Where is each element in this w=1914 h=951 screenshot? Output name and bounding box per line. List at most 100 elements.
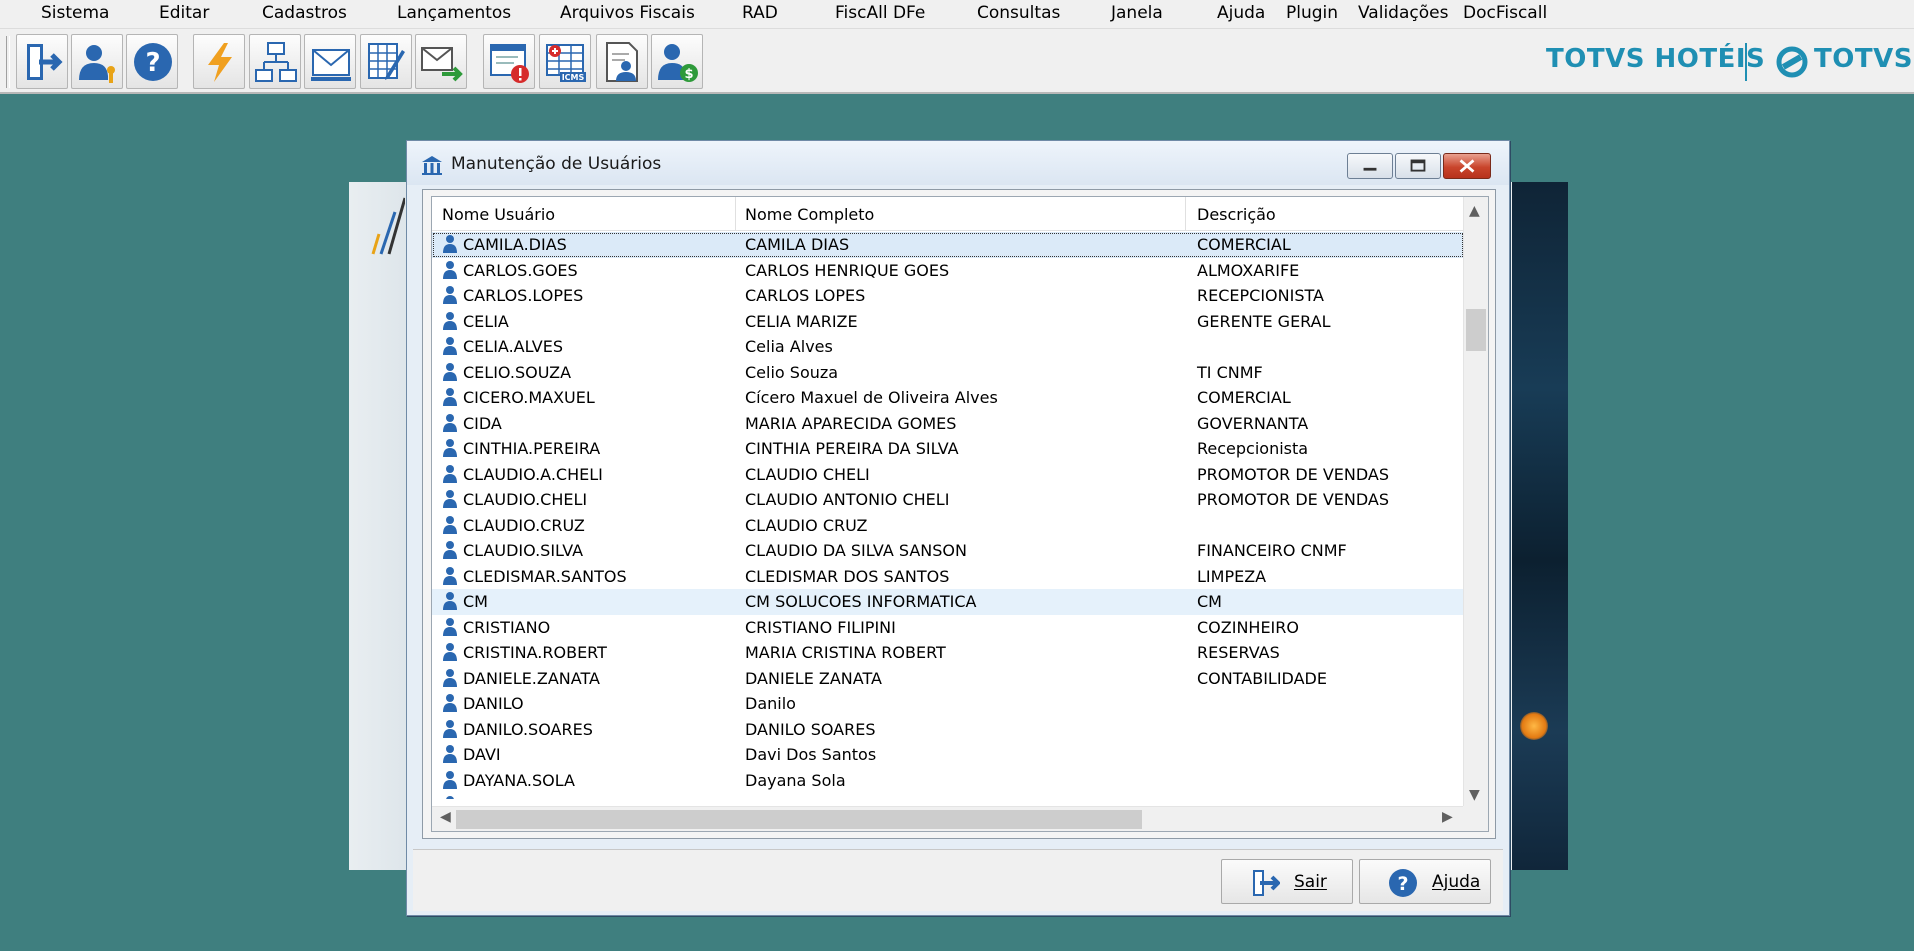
horizontal-scrollbar[interactable]: ◀ ▶ xyxy=(432,806,1464,831)
table-row[interactable]: CARLOS.LOPES CARLOS LOPES RECEPCIONISTA xyxy=(432,283,1464,309)
menu-editar[interactable]: Editar xyxy=(159,3,209,23)
hierarchy-icon xyxy=(255,42,297,82)
cell-username: DAVI xyxy=(463,745,501,764)
menu-ajuda[interactable]: Ajuda xyxy=(1217,3,1265,23)
toolbar-help-button[interactable]: ? xyxy=(126,34,178,89)
table-row[interactable]: DANILO.SOARES DANILO SOARES xyxy=(432,717,1464,743)
column-divider[interactable] xyxy=(1185,197,1186,231)
toolbar-document-user-button[interactable] xyxy=(596,34,648,89)
menu-janela[interactable]: Janela xyxy=(1111,3,1163,23)
table-row[interactable]: CELIA.ALVES Celia Alves xyxy=(432,334,1464,360)
brand-totvs-hoteis: TOTVS HOTÉIS xyxy=(1546,44,1766,74)
horizontal-scroll-thumb[interactable] xyxy=(456,810,1142,829)
dialog-titlebar[interactable]: Manutenção de Usuários xyxy=(407,141,1509,185)
vertical-scrollbar[interactable]: ▲ ▼ xyxy=(1463,197,1488,807)
cell-username: CLAUDIO.SILVA xyxy=(463,541,584,560)
toolbar-alert-window-button[interactable] xyxy=(483,34,535,89)
cell-username: CELIA xyxy=(463,311,509,331)
toolbar-grid-edit-button[interactable] xyxy=(360,34,412,89)
toolbar-user-money-button[interactable]: $ xyxy=(651,34,703,89)
table-row[interactable]: DANIELE.ZANATA DANIELE ZANATA CONTABILIDAD… xyxy=(432,666,1464,692)
table-row[interactable]: CAMILA.DIAS CAMILA DIAS COMERCIAL xyxy=(432,232,1464,258)
toolbar-user-key-button[interactable] xyxy=(71,34,123,89)
toolbar-envelope-button[interactable] xyxy=(304,34,356,89)
building-icon xyxy=(422,156,442,175)
menu-docfiscall[interactable]: DocFiscall xyxy=(1463,3,1547,23)
menu-sistema[interactable]: Sistema xyxy=(41,3,109,23)
table-row[interactable]: DAVI Davi Dos Santos xyxy=(432,742,1464,768)
user-icon xyxy=(443,311,457,330)
grid-header: Nome Usuário Nome Completo Descrição xyxy=(432,197,1464,231)
scroll-right-arrow-icon[interactable]: ▶ xyxy=(1442,809,1453,825)
cell-description: ALMOXARIFE xyxy=(1197,260,1300,280)
table-row[interactable]: CELIO.SOUZA Celio Souza TI CNMF xyxy=(432,360,1464,386)
toolbar-lightning-button[interactable] xyxy=(193,34,245,89)
table-row[interactable]: DANILO Danilo xyxy=(432,691,1464,717)
cell-username: CINTHIA.PEREIRA xyxy=(463,439,601,458)
vertical-scroll-thumb[interactable] xyxy=(1466,309,1486,351)
table-row[interactable]: CM CM SOLUCOES INFORMATICA CM xyxy=(432,589,1464,615)
cell-fullname: MARIA APARECIDA GOMES xyxy=(745,413,957,433)
minimize-button[interactable] xyxy=(1347,153,1393,179)
user-icon xyxy=(443,719,457,738)
table-row[interactable]: CLAUDIO.SILVA CLAUDIO DA SILVA SANSON FINA… xyxy=(432,538,1464,564)
scroll-down-arrow-icon[interactable]: ▼ xyxy=(1469,787,1480,803)
menu-arquivos-fiscais[interactable]: Arquivos Fiscais xyxy=(560,3,695,23)
column-header-username[interactable]: Nome Usuário xyxy=(442,205,555,224)
toolbar-grip[interactable] xyxy=(6,36,10,88)
toolbar-hierarchy-button[interactable] xyxy=(249,34,301,89)
close-button[interactable] xyxy=(1443,153,1491,179)
cell-description: GOVERNANTA xyxy=(1197,413,1309,433)
table-row[interactable]: CLAUDIO.CRUZ CLAUDIO CRUZ xyxy=(432,513,1464,539)
menu-bar: Sistema Editar Cadastros Lançamentos Arq… xyxy=(0,0,1914,29)
menu-plugin[interactable]: Plugin xyxy=(1286,3,1338,23)
minimize-icon xyxy=(1363,167,1377,171)
column-divider[interactable] xyxy=(735,197,736,231)
cell-description: LIMPEZA xyxy=(1197,566,1267,586)
cell-fullname: CLEDISMAR DOS SANTOS xyxy=(745,566,950,586)
cell-username: CLEDISMAR.SANTOS xyxy=(463,566,627,586)
brand-totvs: TOTVS xyxy=(1814,44,1913,74)
table-row[interactable]: CIDA MARIA APARECIDA GOMES GOVERNANTA xyxy=(432,411,1464,437)
cell-fullname: Celia Alves xyxy=(745,337,833,356)
toolbar-send-mail-button[interactable] xyxy=(415,34,467,89)
toolbar-exit-button[interactable] xyxy=(16,34,68,89)
column-header-description[interactable]: Descrição xyxy=(1197,205,1276,224)
cell-fullname: DANILO SOARES xyxy=(745,719,876,739)
menu-fiscall-dfe[interactable]: FiscAll DFe xyxy=(835,3,925,23)
table-row[interactable]: DAYANA.SOLA Dayana Sola xyxy=(432,768,1464,794)
users-grid-frame: Nome Usuário Nome Completo Descrição CAM… xyxy=(422,189,1496,839)
column-header-fullname[interactable]: Nome Completo xyxy=(745,205,874,224)
menu-cadastros[interactable]: Cadastros xyxy=(262,3,347,23)
table-row[interactable]: CICERO.MAXUEL Cícero Maxuel de Oliveira A… xyxy=(432,385,1464,411)
cell-fullname: DANIELE ZANATA xyxy=(745,668,882,688)
cell-fullname: CLAUDIO DA SILVA SANSON xyxy=(745,541,967,560)
table-row[interactable]: CLAUDIO.A.CHELI CLAUDIO CHELI PROMOTOR DE … xyxy=(432,462,1464,488)
table-row[interactable]: CRISTINA.ROBERT MARIA CRISTINA ROBERT RESE… xyxy=(432,640,1464,666)
help-button[interactable]: ? Ajuda xyxy=(1359,859,1491,904)
toolbar-icms-table-button[interactable]: ICMS xyxy=(539,34,591,89)
user-icon xyxy=(443,541,457,559)
cell-description: CONTABILIDADE xyxy=(1197,668,1327,688)
restore-button[interactable] xyxy=(1395,153,1441,179)
menu-validacoes[interactable]: Validações xyxy=(1358,3,1448,23)
table-row[interactable]: CINTHIA.PEREIRA CINTHIA PEREIRA DA SILVA R… xyxy=(432,436,1464,462)
table-row[interactable]: CRISTIANO CRISTIANO FILIPINI COZINHEIRO xyxy=(432,615,1464,641)
svg-text:$: $ xyxy=(684,67,693,82)
table-row[interactable]: CLAUDIO.CHELI CLAUDIO ANTONIO CHELI PROMOT… xyxy=(432,487,1464,513)
menu-rad[interactable]: RAD xyxy=(742,3,778,23)
scroll-up-arrow-icon[interactable]: ▲ xyxy=(1469,203,1480,219)
table-row[interactable]: CARLOS.GOES CARLOS HENRIQUE GOES ALMOXARIF… xyxy=(432,258,1464,284)
scroll-left-arrow-icon[interactable]: ◀ xyxy=(440,809,451,825)
table-row[interactable]: CLEDISMAR.SANTOS CLEDISMAR DOS SANTOS LIMP… xyxy=(432,564,1464,590)
exit-button[interactable]: Sair xyxy=(1221,859,1353,904)
cell-fullname: CLAUDIO CHELI xyxy=(745,464,870,484)
user-icon xyxy=(443,643,457,661)
cell-fullname: CARLOS HENRIQUE GOES xyxy=(745,260,950,280)
table-row[interactable]: DCA DCA DCA xyxy=(432,793,1464,799)
document-user-icon xyxy=(606,42,638,82)
menu-consultas[interactable]: Consultas xyxy=(977,3,1060,23)
user-icon xyxy=(443,464,457,483)
menu-lancamentos[interactable]: Lançamentos xyxy=(397,3,511,23)
table-row[interactable]: CELIA CELIA MARIZE GERENTE GERAL xyxy=(432,309,1464,335)
